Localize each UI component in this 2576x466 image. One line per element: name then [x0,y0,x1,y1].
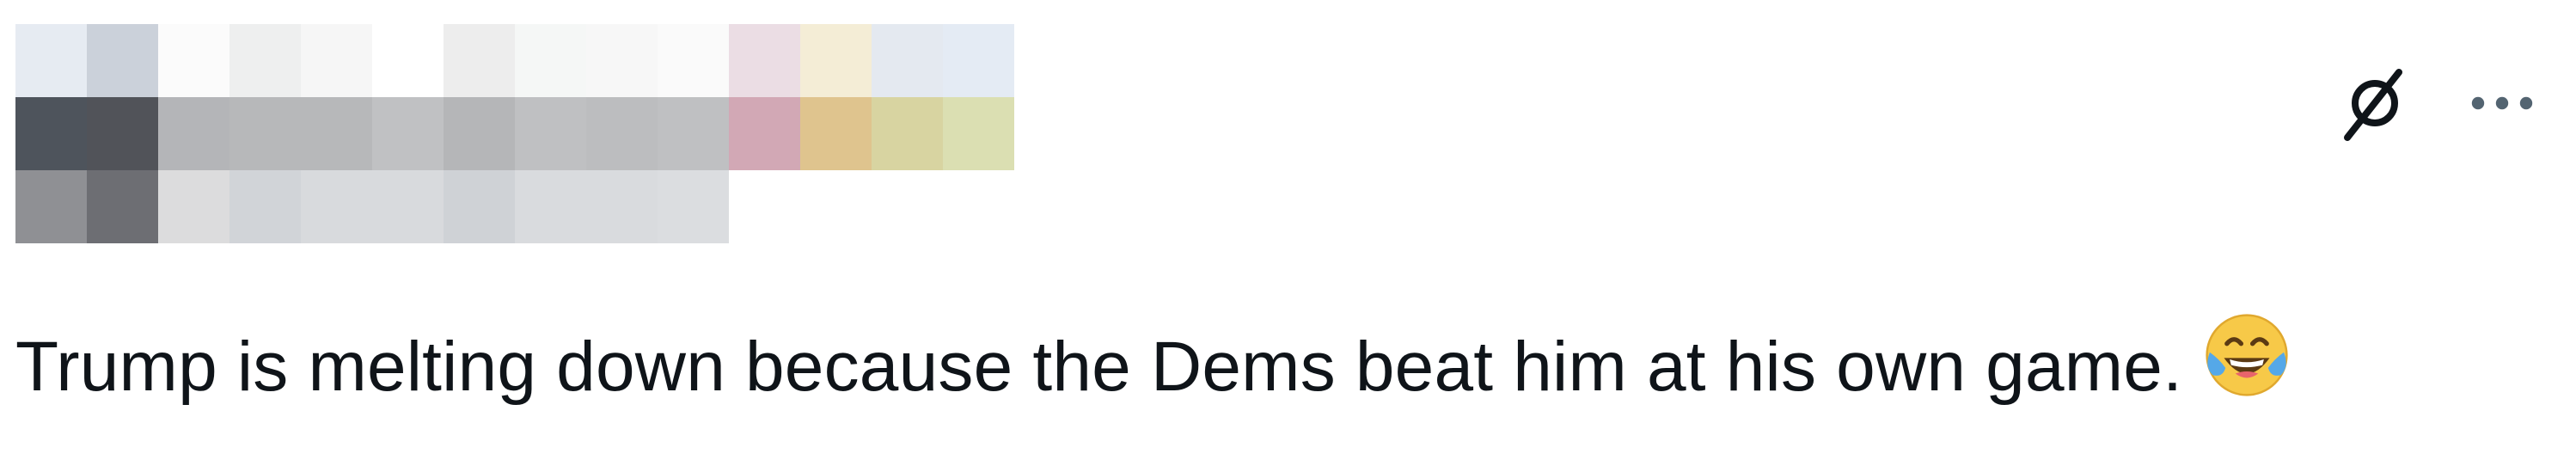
grok-icon[interactable] [2334,60,2416,146]
redacted-pixel [87,24,158,97]
redacted-pixel [658,97,729,170]
redacted-pixel [158,170,229,243]
redacted-pixel [800,24,872,97]
redacted-pixel [372,170,444,243]
redacted-pixel [943,24,1014,97]
tweet-body: Trump is melting down because the Dems b… [15,310,2292,410]
redacted-pixel [301,97,372,170]
redacted-pixel [515,24,586,97]
redacted-pixel [229,97,301,170]
redacted-pixel [87,170,158,243]
redacted-pixel [372,97,444,170]
redacted-pixel [444,24,515,97]
redacted-pixel [515,170,586,243]
redacted-pixel [301,170,372,243]
redacted-pixel [943,97,1014,170]
redacted-pixel [586,24,658,97]
author-header-redacted [15,24,1019,243]
redacted-pixel [872,170,943,243]
redacted-pixel [729,170,800,243]
redacted-pixel [301,24,372,97]
tweet-text: Trump is melting down because the Dems b… [15,328,2183,406]
redacted-pixel [800,170,872,243]
redacted-pixel [158,24,229,97]
more-dots-icon [2471,96,2533,110]
redacted-pixel [15,97,87,170]
redacted-pixel [586,170,658,243]
redacted-pixel [872,24,943,97]
redacted-pixel [586,97,658,170]
redacted-pixel-row [15,97,1019,170]
grok-slash-icon [2344,69,2402,141]
redacted-pixel [87,97,158,170]
redacted-pixel [158,97,229,170]
redacted-pixel [444,97,515,170]
redacted-pixel [729,24,800,97]
redacted-pixel [658,24,729,97]
redacted-pixel [658,170,729,243]
redacted-pixel [872,97,943,170]
redacted-pixel-row [15,170,1019,243]
redacted-pixel [229,24,301,97]
redacted-pixel [372,24,444,97]
tears-of-joy-emoji-icon [2201,310,2292,401]
redacted-pixel [15,170,87,243]
post-actions [2334,60,2535,146]
redacted-pixel [943,170,1014,243]
redacted-pixel [444,170,515,243]
redacted-pixel [15,24,87,97]
more-options-icon[interactable] [2469,60,2535,146]
redacted-pixel [729,97,800,170]
tweet-post: Trump is melting down because the Dems b… [0,0,2576,466]
redacted-pixel-row [15,24,1019,97]
redacted-pixel [515,97,586,170]
redacted-pixel [229,170,301,243]
redacted-pixel [800,97,872,170]
